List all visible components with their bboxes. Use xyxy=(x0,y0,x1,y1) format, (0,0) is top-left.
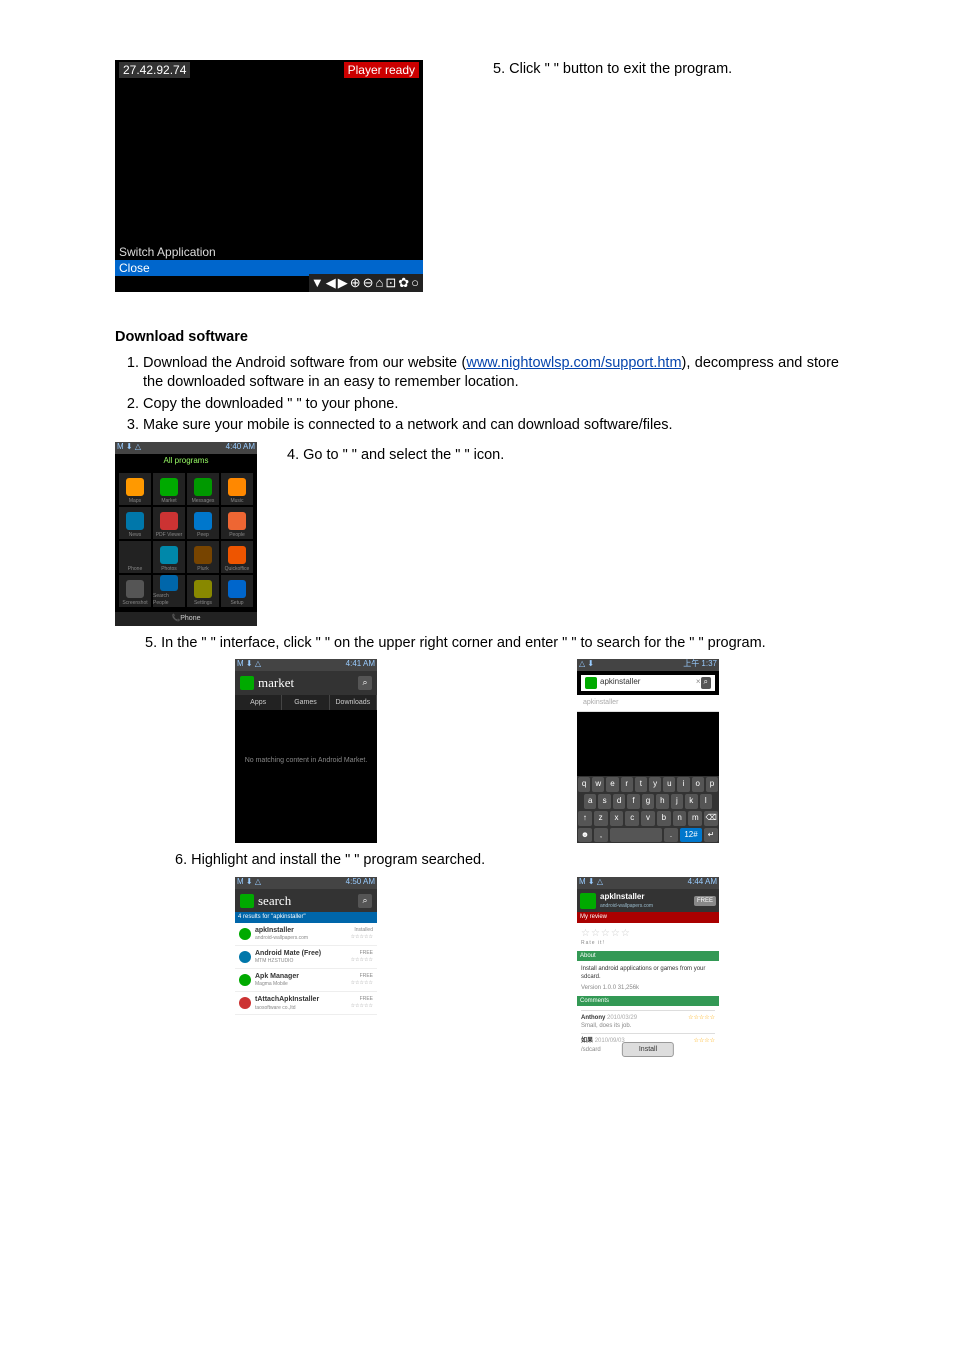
screenshot-market: M ⬇ △4:41 AM market ⌕ Apps Games Downloa… xyxy=(235,659,377,843)
screenshot-keyboard-search: △ ⬇上午 1:37 apkinstaller × ⌕ apkinstaller… xyxy=(577,659,719,843)
clear-icon: × xyxy=(696,677,701,689)
search-icon: ⌕ xyxy=(701,677,711,689)
step-5-exit-text: 5. Click " " button to exit the program. xyxy=(493,60,732,292)
section-heading: Download software xyxy=(115,328,839,348)
dock-icon-strip: ▼◀▶⊕⊖⌂⊡✿○ xyxy=(309,274,423,292)
ip-address: 27.42.92.74 xyxy=(119,62,190,78)
step-6-text: 6. Highlight and install the " " program… xyxy=(175,851,839,871)
result-row: tAttachApkInstallertaosoftware co.,ltdFR… xyxy=(235,992,377,1015)
device-screenshot: 27.42.92.74 Player ready Switch Applicat… xyxy=(115,60,423,292)
support-link[interactable]: www.nightowlsp.com/support.htm xyxy=(466,355,681,371)
step-4-text: 4. Go to " " and select the " " icon. xyxy=(287,442,504,626)
search-icon: ⌕ xyxy=(358,894,372,908)
step-3: Make sure your mobile is connected to a … xyxy=(143,416,839,436)
result-row: apkInstallerandroid-wallpapers.comInstal… xyxy=(235,923,377,946)
step-5-text: 5. In the " " interface, click " " on th… xyxy=(145,634,839,654)
menu-switch-app: Switch Application xyxy=(115,244,423,260)
rating-stars: ☆☆☆☆☆Rate it! xyxy=(577,923,719,951)
step-1: Download the Android software from our w… xyxy=(143,354,839,393)
step-2: Copy the downloaded " " to your phone. xyxy=(143,395,839,415)
screenshot-all-programs: M ⬇ △4:40 AM All programs Maps Market Me… xyxy=(115,442,257,626)
install-button: Install xyxy=(622,1042,674,1057)
steps-list: Download the Android software from our w… xyxy=(115,354,839,436)
screenshot-app-detail: M ⬇ △4:44 AM apkInstaller android-wallpa… xyxy=(577,877,719,1061)
screenshot-search-results: M ⬇ △4:50 AM search ⌕ 4 results for "apk… xyxy=(235,877,377,1061)
result-row: Android Mate (Free)MTM HZSTUDIOFREE☆☆☆☆☆ xyxy=(235,946,377,969)
search-icon: ⌕ xyxy=(358,676,372,690)
app-icon xyxy=(580,893,596,909)
player-status: Player ready xyxy=(344,62,419,78)
market-icon xyxy=(240,676,254,690)
market-icon xyxy=(240,894,254,908)
result-row: Apk ManagerMagma MobileFREE☆☆☆☆☆ xyxy=(235,969,377,992)
